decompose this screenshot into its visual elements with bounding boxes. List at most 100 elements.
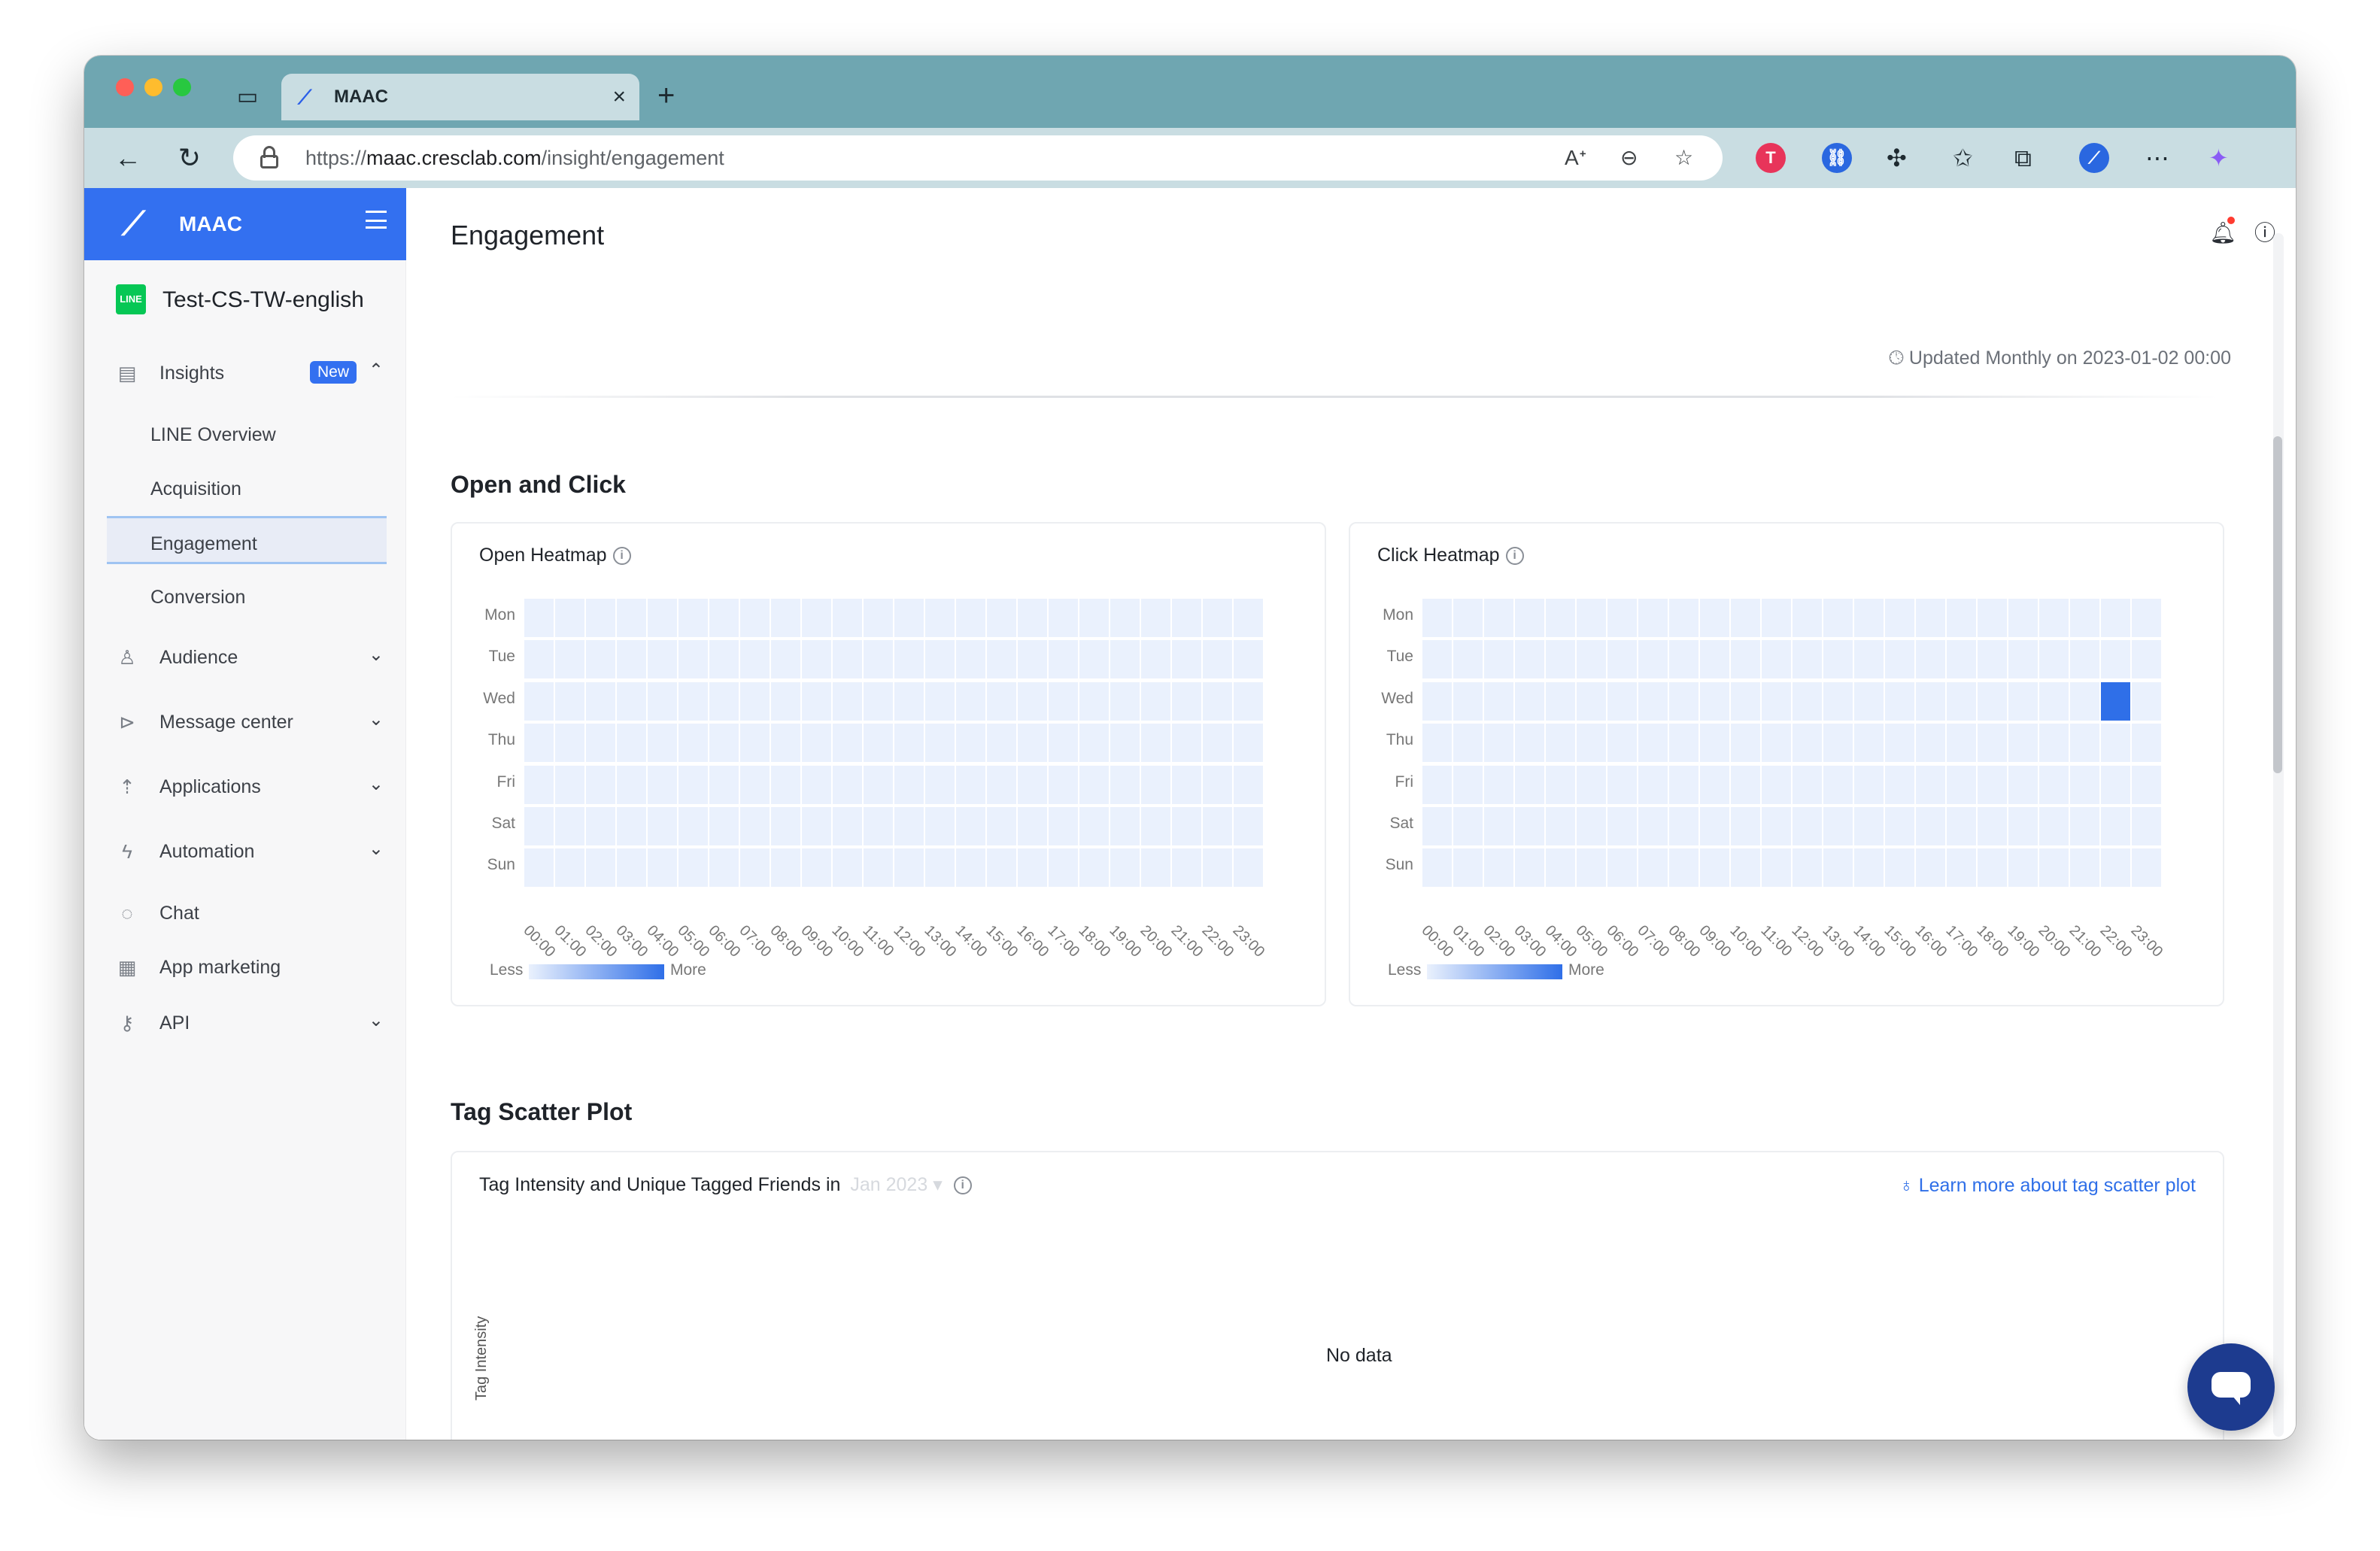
heatmap-cell[interactable] [2070,599,2099,637]
heatmap-cell[interactable] [802,640,831,679]
heatmap-cell[interactable] [987,724,1016,763]
heatmap-cell[interactable] [2039,681,2069,721]
heatmap-cell[interactable] [1484,599,1513,637]
sidebar-item-app-marketing[interactable]: ▦ App marketing [84,943,406,991]
heatmap-cell[interactable] [617,765,646,804]
heatmap-cell[interactable] [1854,681,1884,721]
heatmap-cell[interactable] [1669,724,1698,763]
heatmap-cell[interactable] [2101,724,2130,763]
heatmap-cell[interactable] [1546,807,1575,845]
url-field[interactable]: https://maac.cresclab.com/insight/engage… [233,135,1723,181]
heatmap-cell[interactable] [1577,724,1606,763]
heatmap-cell[interactable] [1885,599,1914,637]
heatmap-cell[interactable] [709,724,739,763]
heatmap-cell[interactable] [1234,640,1263,679]
heatmap-cell[interactable] [1916,807,1945,845]
heatmap-cell[interactable] [987,765,1016,804]
heatmap-cell[interactable] [1049,724,1078,763]
heatmap-cell[interactable] [678,681,708,721]
heatmap-cell[interactable] [1515,724,1544,763]
heatmap-cell[interactable] [1978,807,2007,845]
heatmap-cell[interactable] [802,599,831,637]
tab-actions-icon[interactable]: ▭ [235,84,260,110]
heatmap-cell[interactable] [1172,848,1201,888]
heatmap-cell[interactable] [709,848,739,888]
heatmap-cell[interactable] [1234,848,1263,888]
heatmap-cell[interactable] [1823,681,1853,721]
heatmap-cell[interactable] [1484,807,1513,845]
heatmap-cell[interactable] [1141,599,1170,637]
heatmap-cell[interactable] [1607,640,1637,679]
heatmap-cell[interactable] [1079,765,1109,804]
zoom-out-icon[interactable]: ⊖ [1620,144,1638,171]
heatmap-cell[interactable] [1607,681,1637,721]
heatmap-cell[interactable] [1762,599,1791,637]
heatmap-cell[interactable] [1823,724,1853,763]
sidebar-item-conversion[interactable]: Conversion [107,573,406,621]
heatmap-cell[interactable] [1793,599,1822,637]
sidebar-item-message-center[interactable]: ⊳ Message center ⌄ [84,698,406,746]
heatmap-cell[interactable] [1453,765,1483,804]
heatmap-cell[interactable] [709,599,739,637]
heatmap-cell[interactable] [1854,848,1884,888]
heatmap-cell[interactable] [586,765,615,804]
heatmap-cell[interactable] [1484,724,1513,763]
heatmap-cell[interactable] [2070,640,2099,679]
heatmap-cell[interactable] [617,681,646,721]
heatmap-cell[interactable] [1638,765,1668,804]
heatmap-cell[interactable] [1079,640,1109,679]
heatmap-cell[interactable] [1762,640,1791,679]
scrollbar-thumb[interactable] [2273,436,2282,773]
heatmap-cell[interactable] [833,640,862,679]
heatmap-cell[interactable] [1515,599,1544,637]
heatmap-cell[interactable] [586,807,615,845]
heatmap-cell[interactable] [1854,724,1884,763]
heatmap-cell[interactable] [1234,724,1263,763]
heatmap-cell[interactable] [1141,640,1170,679]
heatmap-cell[interactable] [1079,807,1109,845]
heatmap-cell[interactable] [1203,640,1232,679]
heatmap-cell[interactable] [1793,807,1822,845]
heatmap-cell[interactable] [740,807,770,845]
heatmap-cell[interactable] [1793,765,1822,804]
heatmap-cell[interactable] [1638,724,1668,763]
heatmap-cell[interactable] [1546,765,1575,804]
profile-avatar[interactable]: ⟋ [2079,143,2109,173]
heatmap-cell[interactable] [1762,765,1791,804]
heatmap-cell[interactable] [2039,724,2069,763]
extension-link-icon[interactable]: ⛓ [1822,143,1852,173]
heatmap-cell[interactable] [2132,599,2161,637]
heatmap-cell[interactable] [740,765,770,804]
heatmap-cell[interactable] [1669,681,1698,721]
heatmap-cell[interactable] [802,848,831,888]
heatmap-cell[interactable] [1049,640,1078,679]
heatmap-cell[interactable] [1203,599,1232,637]
heatmap-cell[interactable] [1141,848,1170,888]
heatmap-cell[interactable] [1823,848,1853,888]
heatmap-cell[interactable] [864,599,893,637]
heatmap-cell[interactable] [894,848,924,888]
heatmap-cell[interactable] [1978,848,2007,888]
maximize-window-button[interactable] [173,78,191,96]
heatmap-cell[interactable] [864,807,893,845]
heatmap-cell[interactable] [1018,599,1047,637]
new-tab-button[interactable]: + [657,77,675,114]
heatmap-cell[interactable] [1234,765,1263,804]
heatmap-cell[interactable] [925,765,955,804]
heatmap-cell[interactable] [648,807,677,845]
heatmap-cell[interactable] [987,848,1016,888]
heatmap-cell[interactable] [925,848,955,888]
heatmap-cell[interactable] [1484,848,1513,888]
extension-t-icon[interactable]: T [1756,143,1786,173]
heatmap-cell[interactable] [833,724,862,763]
heatmap-cell[interactable] [2132,765,2161,804]
heatmap-cell[interactable] [1079,681,1109,721]
heatmap-cell[interactable] [1700,807,1729,845]
heatmap-cell[interactable] [802,765,831,804]
heatmap-cell[interactable] [1110,640,1140,679]
heatmap-cell[interactable] [740,724,770,763]
heatmap-cell[interactable] [678,599,708,637]
sidebar-item-chat[interactable]: ◌ Chat [84,889,406,937]
heatmap-cell[interactable] [678,640,708,679]
heatmap-cell[interactable] [771,765,800,804]
